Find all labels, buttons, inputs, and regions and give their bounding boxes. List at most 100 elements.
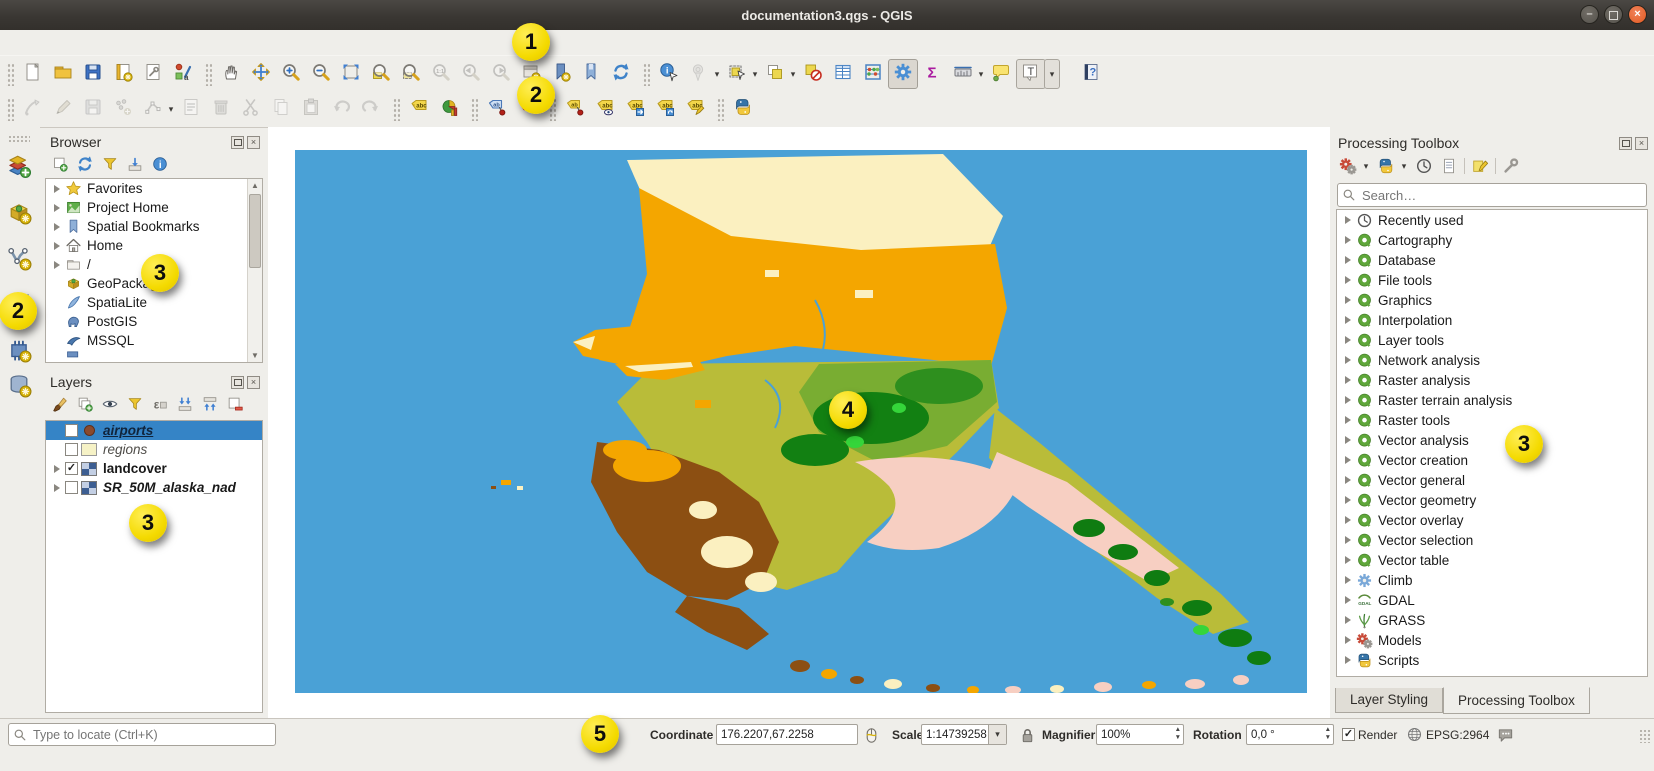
toolbox-group-recently-used[interactable]: Recently used	[1337, 210, 1647, 230]
zoom-to-layer-button[interactable]	[366, 59, 396, 89]
digitize-points-button[interactable]	[108, 94, 138, 124]
map-tips-button[interactable]	[986, 59, 1016, 89]
expand-arrow-icon[interactable]	[1341, 436, 1354, 444]
show-spatial-bookmarks-button[interactable]	[576, 59, 606, 89]
pin-unpin-labels-button[interactable]: ab	[560, 94, 590, 124]
expand-arrow-icon[interactable]	[1341, 336, 1354, 344]
toolbox-group-cartography[interactable]: Cartography	[1337, 230, 1647, 250]
rotation-spin-arrows[interactable]: ▲▼	[1325, 726, 1331, 742]
open-layer-styling-button[interactable]	[50, 394, 70, 414]
crs-status[interactable]: EPSG:2964	[1426, 728, 1489, 742]
toolbox-group-raster-analysis[interactable]: Raster analysis	[1337, 370, 1647, 390]
extent-icon[interactable]	[862, 726, 882, 746]
expand-arrow-icon[interactable]	[1341, 476, 1354, 484]
magnifier-spin-arrows[interactable]: ▲▼	[1175, 726, 1181, 742]
show-hide-labels-button[interactable]: abc	[590, 94, 620, 124]
run-feature-action-button[interactable]	[684, 59, 714, 89]
layer-row-sr_50m_alaska_nad[interactable]: SR_50M_alaska_nad	[46, 478, 262, 497]
measure-line-button[interactable]	[948, 59, 978, 89]
vertex-tool-button[interactable]	[138, 94, 168, 124]
expand-arrow-icon[interactable]	[1341, 416, 1354, 424]
new-grass-layer-button[interactable]	[6, 337, 34, 365]
toolbox-group-vector-selection[interactable]: Vector selection	[1337, 530, 1647, 550]
expand-arrow-icon[interactable]	[1341, 556, 1354, 564]
zoom-out-button[interactable]	[306, 59, 336, 89]
expand-arrow-icon[interactable]	[1341, 296, 1354, 304]
toolbox-float-button[interactable]	[1619, 137, 1632, 150]
zoom-native-button[interactable]: 1:1	[426, 59, 456, 89]
expand-arrow-icon[interactable]	[50, 242, 63, 250]
refresh-map-button[interactable]	[606, 59, 636, 89]
statistical-summary-button[interactable]	[858, 59, 888, 89]
pan-to-selection-button[interactable]	[246, 59, 276, 89]
close-button[interactable]: ×	[1628, 5, 1647, 24]
rotate-label-button[interactable]: abc	[650, 94, 680, 124]
expand-arrow-icon[interactable]	[1341, 276, 1354, 284]
deselect-all-button[interactable]	[798, 59, 828, 89]
text-annotation-dropdown-arrow[interactable]: ▾	[1044, 59, 1060, 89]
expand-arrow-icon[interactable]	[1341, 576, 1354, 584]
current-edits-button[interactable]	[18, 94, 48, 124]
expand-arrow-icon[interactable]	[1341, 396, 1354, 404]
layer-labeling-button[interactable]: abc	[404, 94, 434, 124]
toolbox-group-layer-tools[interactable]: Layer tools	[1337, 330, 1647, 350]
expand-arrow-icon[interactable]	[1341, 596, 1354, 604]
project-new-button[interactable]	[18, 59, 48, 89]
new-db-layer-button[interactable]	[6, 372, 34, 400]
remove-layer-button[interactable]	[225, 394, 245, 414]
browser-close-button[interactable]: ×	[247, 136, 260, 149]
tab-layer-styling[interactable]: Layer Styling	[1335, 688, 1443, 713]
project-save-button[interactable]	[78, 59, 108, 89]
expand-arrow-icon[interactable]	[1341, 216, 1354, 224]
toolbox-group-raster-tools[interactable]: Raster tools	[1337, 410, 1647, 430]
coordinate-field[interactable]: 176.2207,67.2258	[716, 724, 858, 745]
layer-visibility-checkbox[interactable]: ✓	[65, 462, 78, 475]
expand-arrow-icon[interactable]	[50, 223, 63, 231]
python-menu-dropdown-arrow[interactable]: ▾	[1399, 161, 1409, 172]
toolbox-group-models[interactable]: Models	[1337, 630, 1647, 650]
toolbox-group-vector-analysis[interactable]: Vector analysis	[1337, 430, 1647, 450]
layers-close-button[interactable]: ×	[247, 376, 260, 389]
render-checkbox[interactable]: ✓	[1342, 728, 1355, 741]
toolbox-group-network-analysis[interactable]: Network analysis	[1337, 350, 1647, 370]
expand-arrow-icon[interactable]	[1341, 356, 1354, 364]
expand-arrow-icon[interactable]	[1341, 376, 1354, 384]
expand-arrow-icon[interactable]	[1341, 616, 1354, 624]
toggle-editing-button[interactable]	[48, 94, 78, 124]
edit-toolbar-separator[interactable]	[6, 97, 14, 121]
magnifier-spinbox[interactable]: 100% ▲▼	[1096, 724, 1184, 745]
options-button[interactable]	[1501, 156, 1521, 176]
select-features-button[interactable]	[722, 59, 752, 89]
toolbox-group-gdal[interactable]: GDAL GDAL	[1337, 590, 1647, 610]
select-by-value-button[interactable]	[760, 59, 790, 89]
expand-arrow-icon[interactable]	[50, 484, 63, 492]
processing-toolbox-toggle-button[interactable]	[888, 59, 918, 89]
layer-visibility-checkbox[interactable]	[65, 481, 78, 494]
main-toolbar-separator[interactable]	[6, 62, 14, 86]
expand-arrow-icon[interactable]	[50, 261, 63, 269]
expand-arrow-icon[interactable]	[1341, 636, 1354, 644]
toolbox-group-database[interactable]: Database	[1337, 250, 1647, 270]
toolbox-search[interactable]	[1337, 183, 1647, 207]
rotation-spinbox[interactable]: 0,0 ° ▲▼	[1246, 724, 1334, 745]
scroll-up-arrow[interactable]: ▲	[248, 179, 262, 192]
edit-toolbar-separator[interactable]	[470, 97, 478, 121]
zoom-in-button[interactable]	[276, 59, 306, 89]
browser-item-project-home[interactable]: Project Home	[46, 198, 262, 217]
toolbox-group-vector-geometry[interactable]: Vector geometry	[1337, 490, 1647, 510]
messages-icon[interactable]	[1496, 726, 1516, 746]
layer-visibility-checkbox[interactable]	[65, 424, 78, 437]
browser-item-favorites[interactable]: Favorites	[46, 179, 262, 198]
toolbox-group-vector-general[interactable]: Vector general	[1337, 470, 1647, 490]
filter-by-expression-button[interactable]: ε	[150, 394, 170, 414]
browser-item-spatial-bookmarks[interactable]: Spatial Bookmarks	[46, 217, 262, 236]
expand-arrow-icon[interactable]	[1341, 236, 1354, 244]
pan-map-button[interactable]	[216, 59, 246, 89]
toolbox-group-graphics[interactable]: Graphics	[1337, 290, 1647, 310]
browser-scrollbar[interactable]: ▲▼	[247, 179, 262, 362]
new-geopackage-layer-button[interactable]	[6, 199, 34, 227]
scroll-thumb[interactable]	[249, 194, 261, 268]
cut-features-button[interactable]	[236, 94, 266, 124]
toolbox-group-raster-terrain-analysis[interactable]: Raster terrain analysis	[1337, 390, 1647, 410]
edit-features-in-place-button[interactable]	[1470, 156, 1490, 176]
